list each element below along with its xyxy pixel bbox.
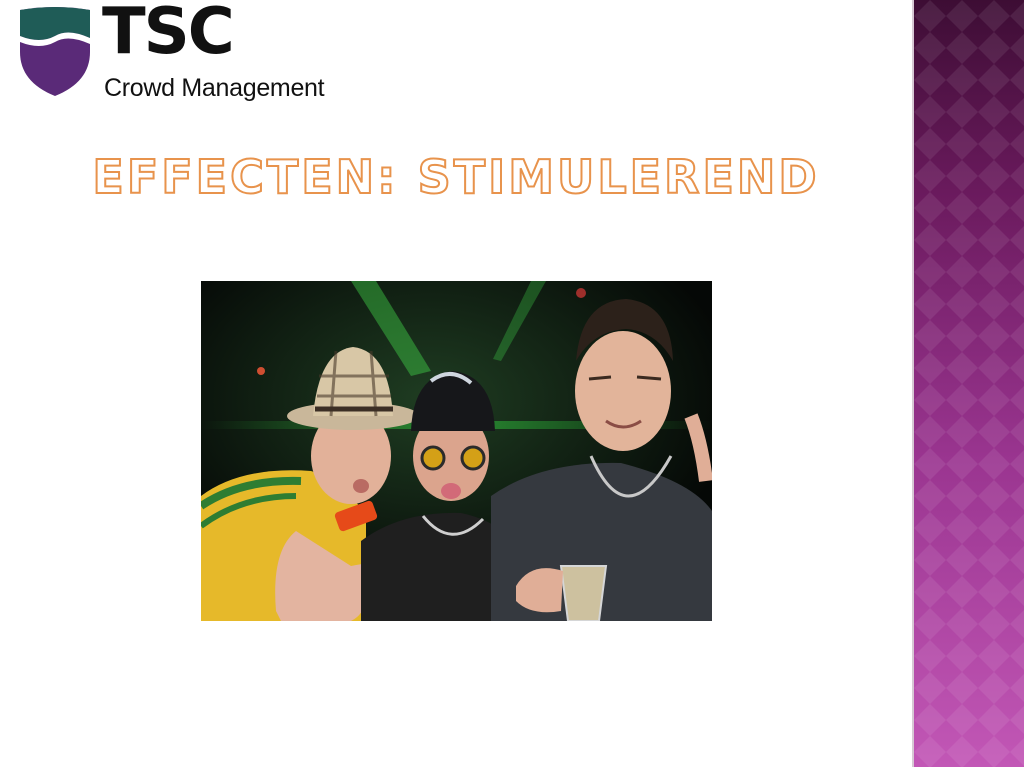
slide: TSC Crowd Management Effecten: Stimulere… (0, 0, 1024, 767)
slide-title: Effecten: Stimulerend (91, 149, 820, 205)
shield-logo-icon (20, 7, 90, 96)
logo-name: TSC (102, 0, 235, 69)
diamond-pattern-icon (914, 0, 1024, 767)
party-photo (201, 281, 712, 621)
company-logo: TSC Crowd Management (18, 0, 358, 106)
decorative-side-band (912, 0, 1024, 767)
logo-tagline: Crowd Management (104, 74, 325, 102)
